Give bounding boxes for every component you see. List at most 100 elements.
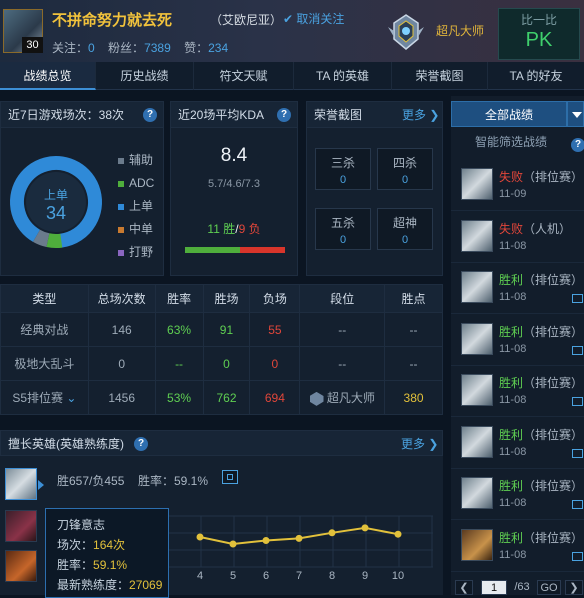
likes-value: 234	[208, 41, 229, 55]
champion-thumb[interactable]	[5, 550, 37, 582]
match-mode-label: （排位赛）	[523, 376, 584, 390]
kda-header: 近20场平均KDA ?	[171, 102, 297, 128]
help-icon[interactable]: ?	[134, 437, 148, 451]
cell-type: 经典对战	[0, 312, 89, 347]
legend-label: 中单	[129, 222, 154, 236]
champions-more-link[interactable]: 更多 ❯	[401, 431, 438, 457]
x-tick-label: 10	[392, 570, 404, 582]
mastery-point[interactable]	[196, 533, 204, 541]
legend-jungle: 打野	[118, 241, 154, 264]
go-button[interactable]: GO	[537, 580, 561, 595]
cell-type[interactable]: S5排位赛 ⌄	[0, 380, 89, 415]
x-tick-label: 9	[362, 570, 368, 582]
match-date: 11-08	[499, 239, 527, 252]
all-matches-button[interactable]: 全部战绩	[451, 101, 567, 127]
compare-pk-button[interactable]: 比一比 PK	[498, 8, 580, 60]
table-row[interactable]: S5排位赛 ⌄ 1456 53% 762 694 超凡大师 380	[0, 380, 443, 415]
prev-page-button[interactable]: ❮	[455, 580, 473, 595]
stats-table: 类型 总场次数 胜率 胜场 负场 段位 胜点 经典对战 146 63% 91 5…	[0, 284, 443, 415]
match-result-label: 胜利	[499, 530, 524, 545]
champion-thumb[interactable]	[5, 510, 37, 542]
tooltip-games-value: 164次	[93, 538, 126, 552]
help-icon[interactable]: ?	[277, 108, 291, 122]
mastery-point[interactable]	[328, 529, 336, 537]
replay-icon[interactable]	[572, 294, 583, 303]
honor-more-link[interactable]: 更多 ❯	[402, 102, 439, 128]
match-result: 胜利（排位赛）	[499, 374, 583, 391]
mastery-point[interactable]	[361, 524, 369, 532]
match-row[interactable]: 胜利（排位赛） 11-08	[451, 263, 584, 314]
smart-filter-link[interactable]: 智能筛选战绩	[451, 133, 571, 150]
role-legend: 辅助 ADC 上单 中单 打野	[118, 149, 154, 264]
likes-label: 赞：	[184, 41, 209, 55]
tab-heroes[interactable]: TA 的英雄	[294, 62, 392, 90]
kda-bar-win-fill	[185, 247, 240, 253]
games-7days-title: 近7日游戏场次：38次	[8, 108, 125, 122]
match-result: 胜利（排位赛）	[499, 529, 583, 546]
match-result: 胜利（排位赛）	[499, 477, 583, 494]
help-icon[interactable]: ?	[571, 138, 584, 152]
tab-runes[interactable]: 符文天赋	[194, 62, 294, 90]
replay-icon[interactable]	[572, 500, 583, 509]
cell-points: 380	[384, 380, 443, 415]
pagination: ❮ 1 /63 GO ❯	[451, 580, 584, 595]
replay-icon[interactable]	[572, 345, 583, 355]
replay-icon[interactable]	[572, 448, 583, 458]
ring-center-count: 34	[45, 203, 67, 223]
cell-losses: 55	[249, 312, 301, 347]
match-result-label: 胜利	[499, 376, 524, 390]
unfollow-button[interactable]: ✔ 取消关注	[283, 10, 344, 27]
col-header: 负场	[249, 284, 301, 313]
tooltip-mastery: 最新熟练度：27069	[57, 575, 168, 595]
honor-quadra-kill: 四杀 0	[377, 148, 433, 190]
match-mode-label: （排位赛）	[523, 273, 584, 287]
match-champion-thumb	[461, 477, 493, 509]
match-row[interactable]: 胜利（排位赛） 11-08	[451, 315, 584, 366]
x-tick-label: 6	[263, 570, 269, 582]
unfollow-label: 取消关注	[296, 12, 345, 26]
tooltip-games-label: 场次：	[57, 538, 94, 552]
cell-total: 146	[87, 312, 156, 347]
honor-value: 0	[339, 174, 347, 186]
match-row[interactable]: 胜利（排位赛） 11-08	[451, 418, 584, 469]
page-input[interactable]: 1	[481, 580, 507, 595]
match-row[interactable]: 胜利（排位赛） 11-08	[451, 469, 584, 520]
honor-title: 荣誉截图	[314, 108, 363, 122]
match-row[interactable]: 失败（人机） 11-08	[451, 212, 584, 263]
mastery-point[interactable]	[394, 530, 402, 538]
legend-label: ADC	[129, 176, 155, 190]
tooltip-rate-label: 胜率：	[57, 558, 94, 572]
profile-tabs: 战绩总览 历史战绩 符文天赋 TA 的英雄 荣誉截图 TA 的好友	[0, 62, 584, 90]
match-date: 11-08	[499, 497, 527, 509]
match-date: 11-08	[499, 445, 527, 458]
ring-center-role: 上单	[43, 188, 68, 202]
matches-dropdown-button[interactable]	[567, 101, 584, 127]
replay-icon[interactable]	[572, 397, 583, 406]
match-row[interactable]: 失败（排位赛） 11-09	[451, 160, 584, 211]
tab-history[interactable]: 历史战绩	[96, 62, 194, 90]
champion-thumb-selected[interactable]	[5, 468, 37, 500]
replay-icon[interactable]	[572, 551, 583, 561]
tab-honor[interactable]: 荣誉截图	[392, 62, 488, 90]
match-row[interactable]: 胜利（排位赛） 11-08	[451, 366, 584, 417]
x-axis-ticks: 4 5 6 7 8 9 10	[197, 570, 404, 582]
champion-tooltip: 刀锋意志 场次：164次 胜率：59.1% 最新熟练度：27069	[45, 508, 169, 598]
mastery-point[interactable]	[295, 534, 303, 542]
honor-label: 三杀	[330, 156, 355, 170]
mastery-point[interactable]	[229, 540, 237, 548]
chevron-right-icon: ❯	[428, 437, 439, 451]
tooltip-mastery-label: 最新熟练度：	[57, 578, 130, 592]
mastery-point[interactable]	[262, 537, 270, 544]
cell-wins: 0	[202, 346, 251, 381]
legend-dot	[118, 203, 124, 210]
match-row[interactable]: 胜利（排位赛） 11-08	[451, 521, 584, 572]
tab-friends[interactable]: TA 的好友	[488, 62, 584, 90]
cell-losses: 694	[249, 380, 301, 415]
help-icon[interactable]: ?	[143, 108, 157, 122]
next-page-button[interactable]: ❯	[565, 580, 583, 595]
cell-tier: --	[299, 346, 386, 381]
page-total: /63	[514, 581, 530, 593]
copy-icon[interactable]	[222, 470, 238, 484]
tab-overview[interactable]: 战绩总览	[0, 62, 96, 90]
match-mode-label: （排位赛）	[523, 427, 584, 442]
